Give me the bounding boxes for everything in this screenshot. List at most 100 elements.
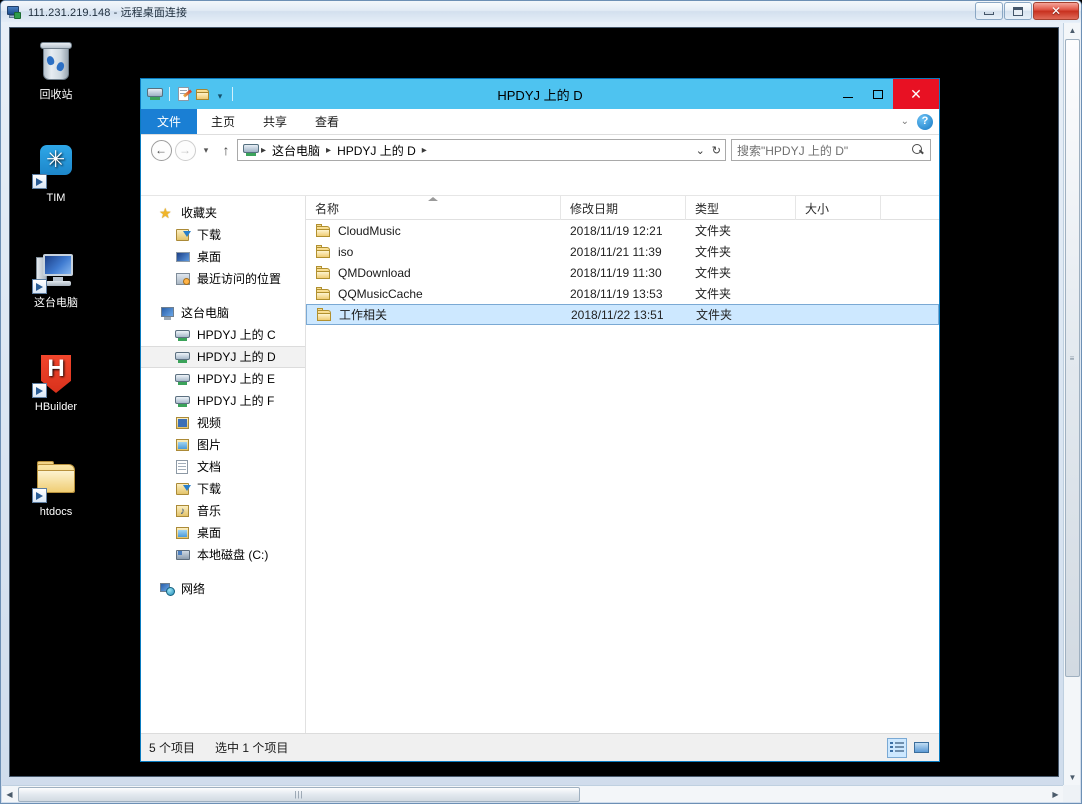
music-icon: ♪	[175, 503, 191, 519]
file-name-cell[interactable]: QMDownload	[306, 265, 561, 281]
explorer-close-button[interactable]: ✕	[893, 79, 939, 109]
breadcrumb-segment-this-pc[interactable]: 这台电脑	[268, 142, 324, 159]
sidebar-item-desktop-fav[interactable]: 桌面	[141, 246, 305, 268]
forward-button[interactable]: →	[173, 138, 197, 162]
sidebar-item-drive-d[interactable]: HPDYJ 上的 D	[141, 346, 305, 368]
breadcrumb[interactable]: ▸ 这台电脑 ▸ HPDYJ 上的 D ▸	[237, 139, 692, 161]
table-row[interactable]: iso 2018/11/21 11:39 文件夹	[306, 241, 939, 262]
tab-file[interactable]: 文件	[141, 109, 198, 134]
sidebar-item-drive-c[interactable]: HPDYJ 上的 C	[141, 324, 305, 346]
folder-icon	[315, 244, 331, 260]
sidebar-item-videos[interactable]: 视频	[141, 412, 305, 434]
recent-locations-dropdown[interactable]: ▾	[197, 145, 215, 156]
search-input[interactable]: 搜索"HPDYJ 上的 D"	[731, 139, 931, 161]
rdp-window-buttons: ✕	[974, 2, 1079, 20]
sidebar-item-drive-f[interactable]: HPDYJ 上的 F	[141, 390, 305, 412]
drive-properties-icon[interactable]	[147, 86, 163, 102]
file-name-cell[interactable]: iso	[306, 244, 561, 260]
sidebar-item-favorites[interactable]: ★ 收藏夹	[141, 202, 305, 224]
column-header-size[interactable]: 大小	[796, 196, 881, 220]
sidebar-item-label: HPDYJ 上的 F	[197, 394, 275, 408]
table-row[interactable]: CloudMusic 2018/11/19 12:21 文件夹	[306, 220, 939, 241]
file-name-cell[interactable]: CloudMusic	[306, 223, 561, 239]
desktop-icon-recycle-bin[interactable]: 回收站	[14, 38, 98, 102]
favorites-star-icon: ★	[159, 205, 172, 221]
remote-session-canvas[interactable]: 回收站 ✳ TIM 这台电脑 H HBuilder htdocs ▾ HPDYJ…	[9, 27, 1059, 777]
sidebar-item-documents[interactable]: 文档	[141, 456, 305, 478]
history-dropdown-icon[interactable]: ⌄	[696, 144, 705, 157]
back-button[interactable]: ←	[149, 138, 173, 162]
rdp-title-text: 111.231.219.148 - 远程桌面连接	[28, 6, 188, 19]
sidebar-item-label: 音乐	[197, 504, 222, 518]
sidebar-item-label: 网络	[181, 582, 206, 596]
column-header-name[interactable]: 名称	[306, 196, 561, 220]
breadcrumb-separator[interactable]: ▸	[420, 145, 429, 156]
file-name-cell[interactable]: QQMusicCache	[306, 286, 561, 302]
rdp-restore-button[interactable]	[1004, 2, 1032, 20]
new-folder-icon[interactable]	[195, 86, 211, 102]
explorer-maximize-button[interactable]	[863, 83, 893, 105]
scroll-up-arrow-icon[interactable]: ▲	[1065, 23, 1080, 38]
file-name-cell[interactable]: 工作相关	[307, 306, 562, 323]
column-header-type[interactable]: 类型	[686, 196, 796, 220]
sidebar-item-downloads-fav[interactable]: 下载	[141, 224, 305, 246]
rdp-title-bar[interactable]: 111.231.219.148 - 远程桌面连接 ✕	[1, 1, 1081, 22]
desktop-icon-hbuilder[interactable]: H HBuilder	[14, 350, 98, 414]
file-list-pane[interactable]: 名称 修改日期 类型 大小 CloudMusic 2018/11/19 12:2…	[306, 196, 939, 733]
column-header-label: 名称	[315, 201, 340, 216]
desktop-icon-this-pc[interactable]: 这台电脑	[14, 246, 98, 310]
rdp-vscroll-thumb[interactable]: ≡	[1065, 39, 1080, 677]
large-icons-view-button[interactable]	[911, 738, 931, 758]
up-button[interactable]: ↑	[215, 142, 237, 158]
file-type-cell: 文件夹	[695, 224, 732, 238]
tab-home[interactable]: 主页	[197, 109, 249, 134]
sidebar-item-recent-places[interactable]: 最近访问的位置	[141, 268, 305, 290]
rdp-horizontal-scrollbar[interactable]: ◀ ||| ▶	[2, 785, 1063, 802]
column-header-date[interactable]: 修改日期	[561, 196, 686, 220]
sidebar-item-downloads[interactable]: 下载	[141, 478, 305, 500]
address-bar-tools: ⌄ ↻	[691, 139, 726, 161]
desktop-icon-label: htdocs	[39, 506, 73, 518]
help-icon[interactable]: ?	[917, 113, 933, 130]
customize-chevron-icon[interactable]: ▾	[214, 91, 226, 101]
table-row[interactable]: QMDownload 2018/11/19 11:30 文件夹	[306, 262, 939, 283]
rdp-minimize-button[interactable]	[975, 2, 1003, 20]
sidebar-item-network[interactable]: 网络	[141, 578, 305, 600]
chevron-down-icon[interactable]: ⌄	[901, 116, 909, 127]
rdp-vertical-scrollbar[interactable]: ▲ ≡ ▼	[1063, 23, 1080, 785]
properties-icon[interactable]	[176, 86, 192, 102]
scroll-right-arrow-icon[interactable]: ▶	[1048, 787, 1063, 802]
this-pc-icon	[32, 246, 80, 294]
rdp-close-button[interactable]: ✕	[1033, 2, 1079, 20]
sidebar-item-label: HPDYJ 上的 C	[197, 328, 276, 342]
refresh-icon[interactable]: ↻	[712, 144, 721, 157]
search-placeholder: 搜索"HPDYJ 上的 D"	[737, 143, 849, 158]
sidebar-item-drive-e[interactable]: HPDYJ 上的 E	[141, 368, 305, 390]
navigation-pane[interactable]: ★ 收藏夹 下载 桌面 最近访问的位置 这台电脑 HPDYJ 上的 C HPDY…	[141, 196, 306, 733]
sidebar-item-music[interactable]: ♪ 音乐	[141, 500, 305, 522]
file-type-cell: 文件夹	[695, 245, 732, 259]
file-rows: CloudMusic 2018/11/19 12:21 文件夹 iso 2018…	[306, 220, 939, 733]
sidebar-item-this-pc[interactable]: 这台电脑	[141, 302, 305, 324]
explorer-minimize-button[interactable]	[833, 83, 863, 105]
desktop-icon-htdocs[interactable]: htdocs	[14, 455, 98, 519]
tab-share[interactable]: 共享	[249, 109, 301, 134]
scroll-down-arrow-icon[interactable]: ▼	[1065, 770, 1080, 785]
explorer-title-bar[interactable]: ▾ HPDYJ 上的 D ✕	[141, 79, 939, 109]
tab-view[interactable]: 查看	[301, 109, 353, 134]
details-view-button[interactable]	[887, 737, 907, 758]
breadcrumb-segment-drive-d[interactable]: HPDYJ 上的 D	[333, 142, 420, 159]
sidebar-item-pictures[interactable]: 图片	[141, 434, 305, 456]
scroll-left-arrow-icon[interactable]: ◀	[2, 787, 17, 802]
sidebar-item-label: HPDYJ 上的 D	[197, 350, 276, 364]
sidebar-item-local-disk-c[interactable]: 本地磁盘 (C:)	[141, 544, 305, 566]
rdp-hscroll-thumb[interactable]: |||	[18, 787, 580, 802]
folder-icon	[315, 223, 331, 239]
explorer-body: ★ 收藏夹 下载 桌面 最近访问的位置 这台电脑 HPDYJ 上的 C HPDY…	[141, 195, 939, 733]
desktop-icon-tim[interactable]: ✳ TIM	[14, 141, 98, 205]
sidebar-item-desktop[interactable]: 桌面	[141, 522, 305, 544]
recent-places-icon	[175, 271, 191, 287]
breadcrumb-separator: ▸	[326, 144, 332, 156]
table-row[interactable]: 工作相关 2018/11/22 13:51 文件夹	[306, 304, 939, 325]
table-row[interactable]: QQMusicCache 2018/11/19 13:53 文件夹	[306, 283, 939, 304]
